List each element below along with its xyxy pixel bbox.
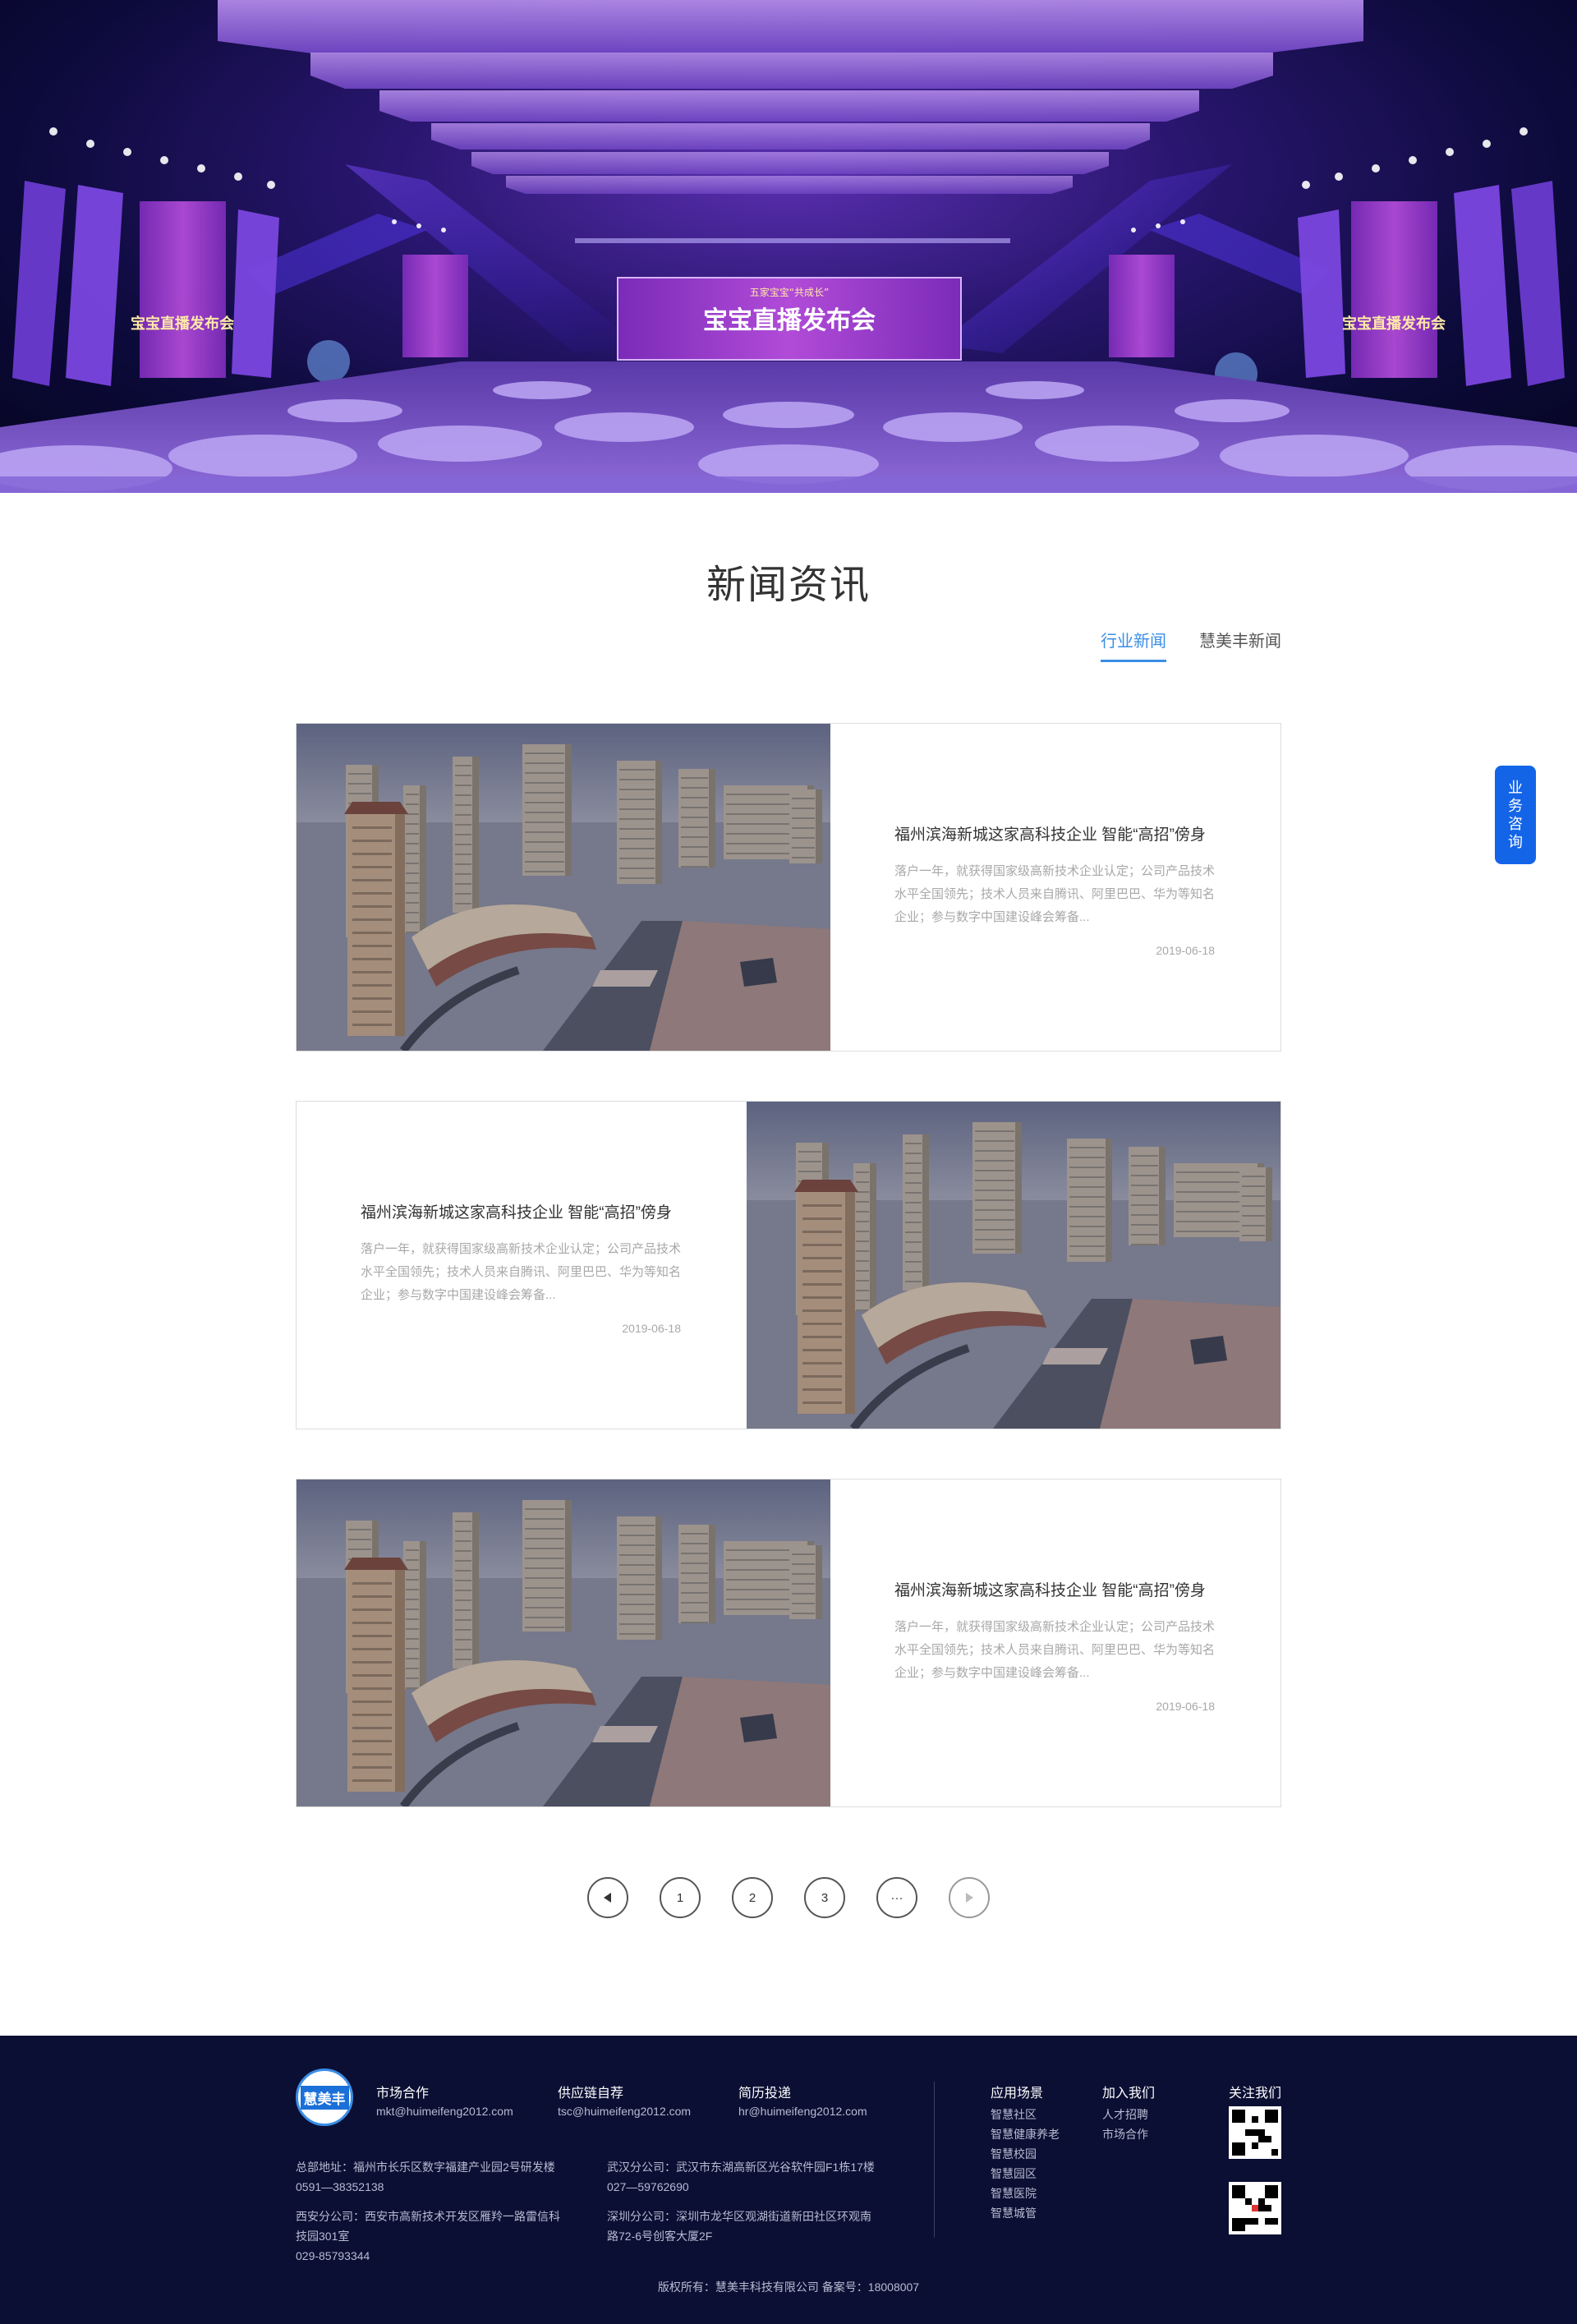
triangle-right-icon [966, 1893, 973, 1903]
side-screen-text-right: 宝宝直播发布会 [1342, 315, 1446, 333]
news-summary: 落户一年，就获得国家级高新技术企业认定；公司产品技术水平全国领先；技术人员来自腾… [894, 864, 1216, 924]
page-1-button[interactable]: 1 [660, 1877, 701, 1918]
scene-link[interactable]: 智慧城管 [991, 2203, 1060, 2223]
side-screen-text-left: 宝宝直播发布会 [131, 315, 234, 333]
news-date: 2019-06-18 [1156, 1700, 1215, 1713]
scene-link[interactable]: 智慧园区 [991, 2164, 1060, 2184]
prev-page-button[interactable] [587, 1877, 628, 1918]
page: 宝宝直播发布会 宝宝直播发布会 五家宝宝“共成长” 宝宝直播发布会 新闻资讯 行… [0, 0, 1577, 2324]
scenes-list: 智慧社区 智慧健康养老 智慧校园 智慧园区 智慧医院 智慧城管 [991, 2105, 1060, 2223]
scene-link[interactable]: 智慧校园 [991, 2144, 1060, 2164]
stage-banner-subtitle: 五家宝宝“共成长” [750, 286, 829, 298]
news-summary: 落户一年，就获得国家级高新技术企业认定；公司产品技术水平全国领先；技术人员来自腾… [894, 1620, 1216, 1680]
address-wuhan: 武汉分公司：武汉市东湖高新区光谷软件园F1栋17楼 027—59762690 [607, 2157, 875, 2197]
news-date: 2019-06-18 [622, 1322, 681, 1335]
news-title[interactable]: 福州滨海新城这家高科技企业 智能“高招”傍身 [361, 1200, 681, 1222]
copyright: 版权所有：慧美丰科技有限公司 备案号：18008007 [657, 2280, 920, 2294]
news-tabs: 行业新闻 慧美丰新闻 [1101, 628, 1281, 662]
consult-button[interactable]: 业务咨询 [1495, 766, 1536, 864]
news-text: 福州滨海新城这家高科技企业 智能“高招”傍身 落户一年，就获得国家级高新技术企业… [361, 1102, 681, 1429]
address-hq: 总部地址：福州市长乐区数字福建产业园2号研发楼 0591—38352138 [296, 2157, 555, 2197]
qr-code-wechat [1229, 2106, 1281, 2159]
follow-title: 关注我们 [1229, 2087, 1282, 2101]
address-line: 武汉分公司：武汉市东湖高新区光谷软件园F1栋17楼 [607, 2161, 875, 2174]
news-card[interactable]: 福州滨海新城这家高科技企业 智能“高招”傍身 落户一年，就获得国家级高新技术企业… [296, 723, 1281, 1052]
tab-industry-news[interactable]: 行业新闻 [1101, 628, 1166, 662]
address-xian: 西安分公司：西安市高新技术开发区雁羚一路雷信科 技园301室 029-85793… [296, 2207, 560, 2266]
company-logo[interactable]: 慧美丰 [296, 2069, 353, 2126]
address-line: 深圳分公司：深圳市龙华区观湖街道新田社区环观南 [607, 2210, 871, 2223]
address-line: 西安分公司：西安市高新技术开发区雁羚一路雷信科 [296, 2210, 560, 2223]
address-phone: 029-85793344 [296, 2249, 370, 2262]
footer-divider [934, 2082, 935, 2238]
address-shenzhen: 深圳分公司：深圳市龙华区观湖街道新田社区环观南 路72-6号创客大厦2F [607, 2207, 871, 2246]
next-page-button[interactable] [949, 1877, 990, 1918]
news-card[interactable]: 福州滨海新城这家高科技企业 智能“高招”傍身 落户一年，就获得国家级高新技术企业… [296, 1479, 1281, 1807]
page-ellipsis-button[interactable]: ··· [876, 1877, 917, 1918]
section-title: 新闻资讯 [706, 564, 871, 607]
news-summary: 落户一年，就获得国家级高新技术企业认定；公司产品技术水平全国领先；技术人员来自腾… [361, 1242, 682, 1302]
address-phone: 0591—38352138 [296, 2180, 384, 2193]
hero-banner: 宝宝直播发布会 宝宝直播发布会 五家宝宝“共成长” 宝宝直播发布会 [0, 0, 1577, 493]
scene-link[interactable]: 智慧健康养老 [991, 2124, 1060, 2144]
news-card[interactable]: 福州滨海新城这家高科技企业 智能“高招”傍身 落户一年，就获得国家级高新技术企业… [296, 1101, 1281, 1429]
news-date: 2019-06-18 [1156, 944, 1215, 957]
news-thumbnail[interactable] [297, 724, 830, 1051]
contact-title-supply: 供应链自荐 [558, 2087, 624, 2101]
page-3-button[interactable]: 3 [804, 1877, 845, 1918]
logo-text: 慧美丰 [300, 2085, 349, 2110]
cityscape-image [297, 724, 830, 1051]
scene-link[interactable]: 智慧医院 [991, 2184, 1060, 2203]
join-title: 加入我们 [1102, 2087, 1156, 2101]
join-list: 人才招聘 市场合作 [1102, 2105, 1148, 2144]
scenes-title: 应用场景 [991, 2087, 1044, 2101]
address-phone: 027—59762690 [607, 2180, 689, 2193]
qr-code-app [1229, 2182, 1281, 2234]
contact-email-resume[interactable]: hr@huimeifeng2012.com [738, 2105, 867, 2118]
page-2-button[interactable]: 2 [732, 1877, 773, 1918]
news-title[interactable]: 福州滨海新城这家高科技企业 智能“高招”傍身 [894, 1578, 1215, 1600]
news-text: 福州滨海新城这家高科技企业 智能“高招”傍身 落户一年，就获得国家级高新技术企业… [894, 724, 1215, 1051]
cityscape-image [297, 1480, 830, 1806]
news-thumbnail[interactable] [297, 1480, 830, 1806]
contact-email-supply[interactable]: tsc@huimeifeng2012.com [558, 2105, 691, 2118]
join-link[interactable]: 人才招聘 [1102, 2105, 1148, 2124]
join-link[interactable]: 市场合作 [1102, 2124, 1148, 2144]
news-thumbnail[interactable] [747, 1102, 1280, 1429]
contact-title-resume: 简历投递 [738, 2087, 792, 2101]
news-text: 福州滨海新城这家高科技企业 智能“高招”傍身 落户一年，就获得国家级高新技术企业… [894, 1480, 1215, 1806]
scene-link[interactable]: 智慧社区 [991, 2105, 1060, 2124]
address-line: 总部地址：福州市长乐区数字福建产业园2号研发楼 [296, 2161, 555, 2174]
qr-code-icon [1232, 2185, 1278, 2231]
footer: 慧美丰 市场合作 mkt@huimeifeng2012.com 供应链自荐 ts… [0, 2036, 1577, 2324]
news-title[interactable]: 福州滨海新城这家高科技企业 智能“高招”傍身 [894, 822, 1215, 844]
tab-company-news[interactable]: 慧美丰新闻 [1199, 628, 1281, 662]
stage-banner-title: 宝宝直播发布会 [703, 306, 876, 335]
pagination: 1 2 3 ··· [0, 1877, 1577, 1918]
qr-code-icon [1232, 2110, 1278, 2156]
stage-illustration: 宝宝直播发布会 宝宝直播发布会 五家宝宝“共成长” 宝宝直播发布会 [0, 0, 1577, 493]
address-line: 技园301室 [296, 2230, 350, 2243]
cityscape-image [747, 1102, 1280, 1429]
address-line: 路72-6号创客大厦2F [607, 2230, 713, 2243]
contact-email-market[interactable]: mkt@huimeifeng2012.com [376, 2105, 513, 2118]
contact-title-market: 市场合作 [376, 2087, 430, 2101]
triangle-left-icon [604, 1893, 611, 1903]
